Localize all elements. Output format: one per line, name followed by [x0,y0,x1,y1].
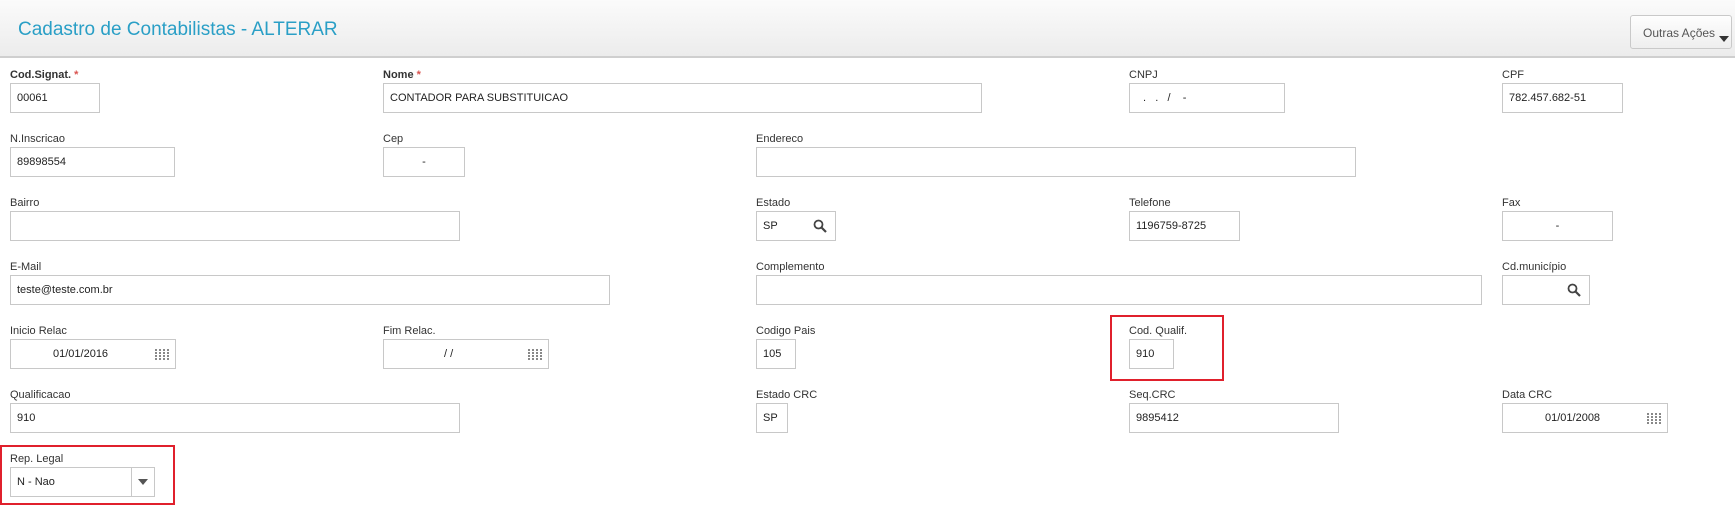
endereco-input[interactable] [756,147,1356,177]
n-inscricao-label: N.Inscricao [10,133,66,145]
inicio-relac-label: Inicio Relac [10,325,67,337]
required-marker: * [416,69,421,81]
complemento-input[interactable] [756,275,1482,305]
seq-crc-label: Seq.CRC [1129,389,1176,401]
fim-relac-label: Fim Relac. [383,325,436,337]
calendar-icon[interactable] [155,349,169,360]
calendar-icon[interactable] [528,349,542,360]
telefone-label: Telefone [1129,197,1171,209]
magnifier-icon[interactable] [1567,283,1581,297]
seq-crc-input[interactable]: 9895412 [1129,403,1339,433]
fax-label: Fax [1502,197,1521,209]
fim-relac-value: / / [444,348,454,360]
estado-value: SP [763,220,778,232]
fax-input[interactable]: - [1502,211,1613,241]
complemento-label: Complemento [756,261,825,273]
cnpj-input[interactable]: . . / - [1129,83,1285,113]
cd-municipio-label: Cd.município [1502,261,1567,273]
cpf-input[interactable]: 782.457.682-51 [1502,83,1623,113]
bairro-label: Bairro [10,197,40,209]
estado-crc-label: Estado CRC [756,389,818,401]
estado-label: Estado [756,197,791,209]
estado-crc-input[interactable]: SP [756,403,788,433]
inicio-relac-input[interactable]: 01/01/2016 [10,339,176,369]
codigo-pais-label: Codigo Pais [756,325,816,337]
cod-signat-label: Cod.Signat. * [10,69,79,81]
other-actions-label: Outras Ações [1643,26,1716,40]
n-inscricao-input[interactable]: 89898554 [10,147,175,177]
rep-legal-select[interactable]: N - Nao [10,467,155,497]
nome-label: Nome * [383,69,421,81]
magnifier-icon[interactable] [813,219,827,233]
data-crc-input[interactable]: 01/01/2008 [1502,403,1668,433]
qualificacao-label: Qualificacao [10,389,71,401]
cep-input[interactable]: - [383,147,465,177]
rep-legal-label: Rep. Legal [10,453,64,465]
email-input[interactable]: teste@teste.com.br [10,275,610,305]
bairro-input[interactable] [10,211,460,241]
cod-qualif-label: Cod. Qualif. [1129,325,1188,337]
calendar-icon[interactable] [1647,413,1661,424]
cd-municipio-input[interactable] [1502,275,1590,305]
chevron-down-icon [1719,36,1729,42]
other-actions-button[interactable]: Outras Ações [1630,15,1732,49]
estado-input[interactable]: SP [756,211,836,241]
data-crc-label: Data CRC [1502,389,1553,401]
cnpj-label: CNPJ [1129,69,1158,81]
qualificacao-input[interactable]: 910 [10,403,460,433]
email-label: E-Mail [10,261,42,273]
chevron-down-icon[interactable] [131,468,154,496]
required-marker: * [74,69,79,81]
inicio-relac-value: 01/01/2016 [53,348,109,360]
rep-legal-value: N - Nao [17,476,55,488]
telefone-input[interactable]: 1196759-8725 [1129,211,1240,241]
cep-label: Cep [383,133,404,145]
nome-input[interactable]: CONTADOR PARA SUBSTITUICAO [383,83,982,113]
page-title: Cadastro de Contabilistas - ALTERAR [18,19,338,40]
codigo-pais-input[interactable]: 105 [756,339,796,369]
endereco-label: Endereco [756,133,804,145]
fim-relac-input[interactable]: / / [383,339,549,369]
data-crc-value: 01/01/2008 [1545,412,1601,424]
page-header: Cadastro de Contabilistas - ALTERAR Outr… [0,0,1735,58]
cod-signat-input[interactable]: 00061 [10,83,100,113]
cpf-label: CPF [1502,69,1524,81]
cod-qualif-input[interactable]: 910 [1129,339,1174,369]
